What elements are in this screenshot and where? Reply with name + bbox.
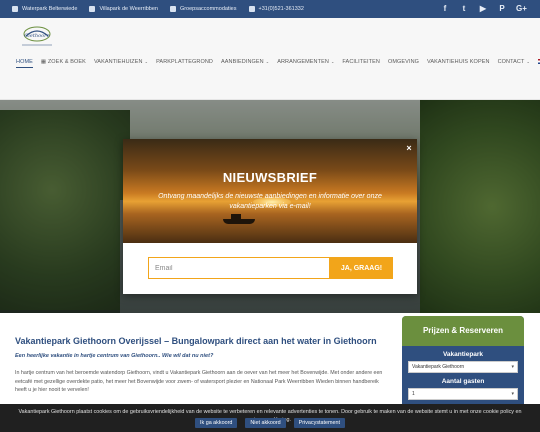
phone-icon [248, 6, 255, 12]
topbar-phone-label: +31(0)521-361332 [258, 6, 304, 12]
main-nav: HOME ▦ ZOEK & BOEK VAKANTIEHUIZEN ⌄ PARKP… [16, 59, 540, 68]
modal-title: NIEUWSBRIEF [222, 170, 318, 185]
topbar-link-weerribben[interactable]: Villapark de Weerribben [89, 6, 158, 12]
park-label: Vakantiepark [442, 351, 484, 358]
modal-description: Ontvang maandelijks de nieuwste aanbiedi… [158, 193, 382, 210]
guests-select-value: 1 [412, 391, 415, 397]
youtube-icon[interactable]: ▶ [478, 4, 488, 14]
nav-item-home[interactable]: HOME [16, 59, 33, 68]
sunset-image [123, 139, 417, 243]
nav-item-contact[interactable]: CONTACT ⌄ [498, 59, 530, 68]
boat-shape [223, 219, 255, 224]
google-plus-icon[interactable]: G+ [516, 4, 527, 14]
nav-item-vakantiehuis-kopen[interactable]: VAKANTIEHUIS KOPEN [427, 59, 490, 68]
nav-item-omgeving[interactable]: OMGEVING [388, 59, 419, 68]
topbar-link-groepsaccommodaties[interactable]: Groepsaccommodaties [169, 6, 237, 12]
home-icon [12, 6, 18, 12]
guests-select[interactable]: 1 ▾ [408, 388, 518, 400]
twitter-icon[interactable]: t [459, 4, 469, 14]
nav-item-arrangementen[interactable]: ARRANGEMENTEN ⌄ [277, 59, 334, 68]
top-bar: Waterpark Belterwiede Villapark de Weerr… [0, 0, 540, 18]
home-icon [169, 6, 176, 12]
intro-body: In hartje centrum van het beroemde waten… [15, 370, 383, 393]
page-title: Vakantiepark Giethoorn Overijssel – Bung… [15, 336, 377, 346]
chevron-down-icon: ▾ [511, 391, 514, 397]
calendar-icon: ▦ [40, 59, 48, 65]
newsletter-modal: NIEUWSBRIEF Ontvang maandelijks de nieuw… [123, 139, 417, 294]
topbar-link-belterwiede[interactable]: Waterpark Belterwiede [12, 6, 77, 12]
subscribe-button[interactable]: JA, GRAAG! [330, 257, 393, 279]
svg-text:Giethoorn: Giethoorn [24, 33, 49, 39]
chevron-down-icon: ⌄ [144, 59, 149, 64]
park-select-value: Vakantiepark Giethoorn [412, 364, 465, 370]
topbar-link-label: Groepsaccommodaties [179, 6, 237, 12]
cookie-accept-button[interactable]: Ik ga akkoord [195, 418, 238, 428]
chevron-down-icon: ⌄ [265, 59, 270, 64]
site-header: Giethoorn HOME ▦ ZOEK & BOEK VAKANTIEHUI… [0, 18, 540, 108]
topbar-link-label: Waterpark Belterwiede [22, 6, 78, 12]
home-icon [89, 6, 96, 12]
booking-title: Prijzen & Reserveren [402, 316, 524, 346]
nav-item-parkplattegrond[interactable]: PARKPLATTEGROND [156, 59, 213, 68]
guests-label: Aantal gasten [441, 378, 485, 385]
topbar-phone[interactable]: +31(0)521-361332 [248, 6, 304, 12]
chevron-down-icon: ⌄ [330, 59, 335, 64]
park-select[interactable]: Vakantiepark Giethoorn ▾ [408, 361, 518, 373]
site-logo[interactable]: Giethoorn [16, 24, 58, 50]
nav-item-zoek-boek[interactable]: ▦ ZOEK & BOEK [41, 59, 86, 68]
privacy-statement-button[interactable]: Privacystatement [293, 418, 345, 428]
cookie-bar: Vakantiepark Giethoorn plaatst cookies o… [0, 404, 540, 432]
cookie-decline-button[interactable]: Niet akkoord [245, 418, 286, 428]
newsletter-form: JA, GRAAG! [148, 257, 393, 279]
nav-item-vakantiehuizen[interactable]: VAKANTIEHUIZEN ⌄ [94, 59, 148, 68]
pinterest-icon[interactable]: P [497, 4, 507, 14]
close-icon[interactable]: × [404, 143, 414, 153]
nav-item-faciliteiten[interactable]: FACILITEITEN [342, 59, 380, 68]
topbar-link-label: Villapark de Weerribben [99, 6, 158, 12]
email-field[interactable] [148, 257, 330, 279]
social-links: f t ▶ P G+ [431, 4, 527, 14]
chevron-down-icon: ▾ [511, 364, 514, 370]
cookie-buttons: Ik ga akkoord Niet akkoord Privacystatem… [0, 418, 540, 428]
facebook-icon[interactable]: f [440, 4, 450, 14]
intro-lead: Een heerlijke vakantie in hartje centrum… [15, 353, 214, 359]
chevron-down-icon: ⌄ [526, 59, 530, 64]
nav-item-aanbiedingen[interactable]: AANBIEDINGEN ⌄ [221, 59, 269, 68]
